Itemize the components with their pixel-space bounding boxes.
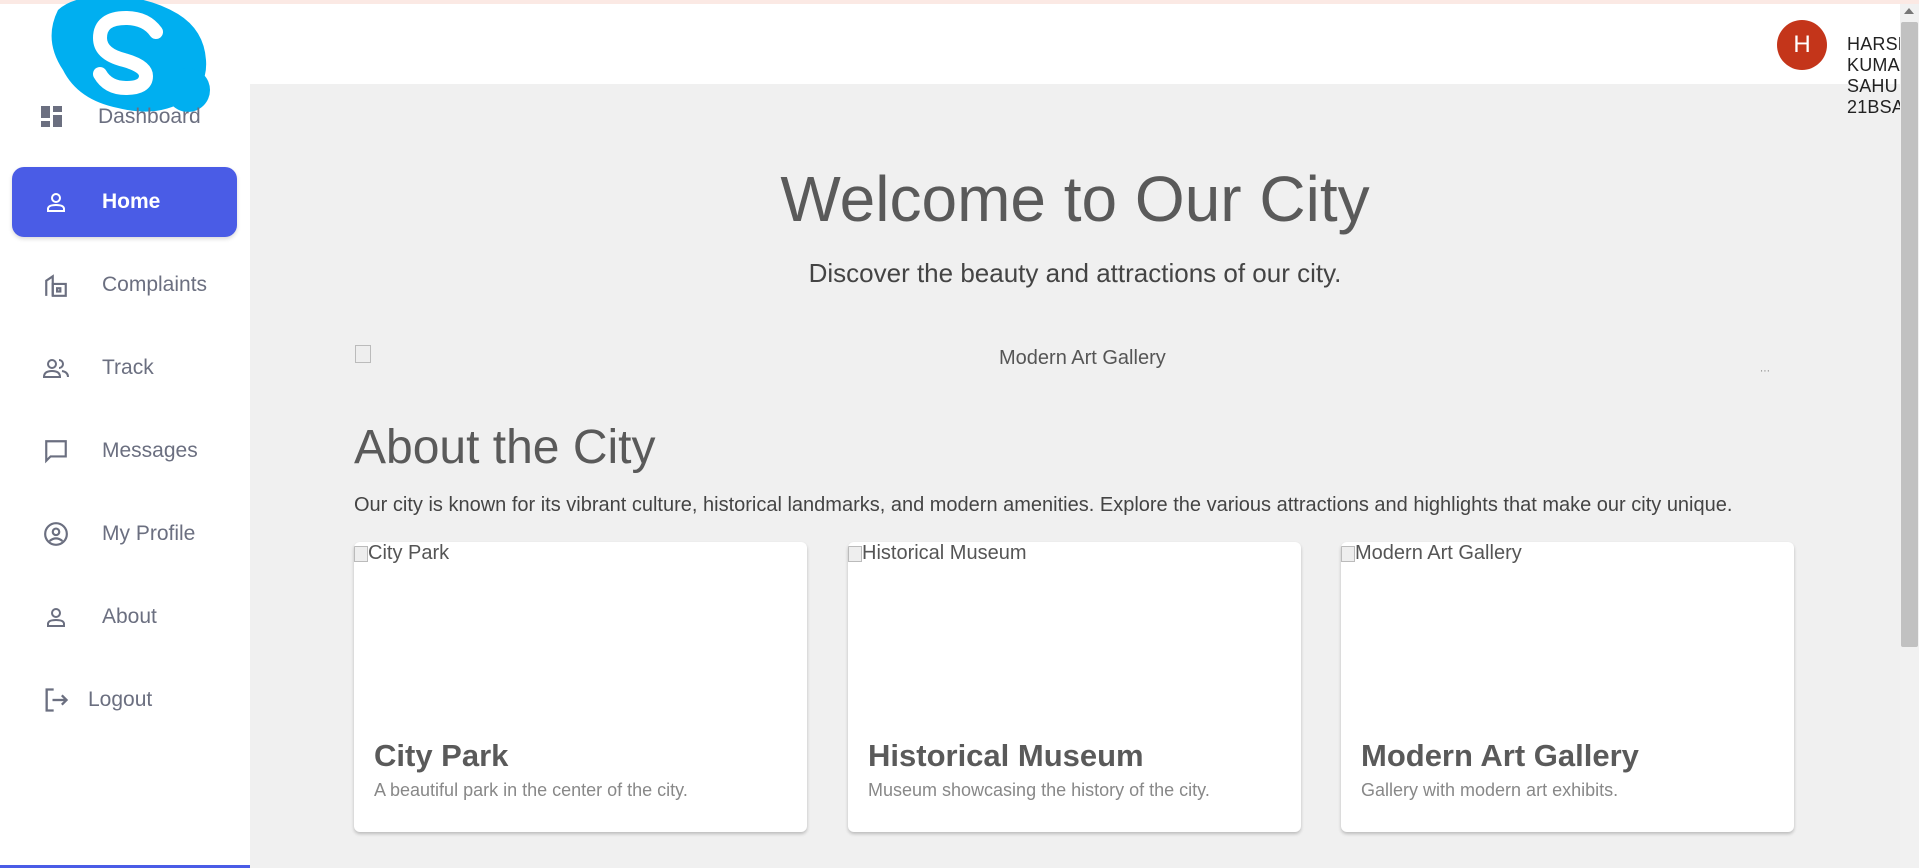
sidebar-item-home[interactable]: Home: [12, 167, 237, 237]
sidebar-item-label: About: [102, 605, 157, 628]
building-icon: [42, 271, 70, 299]
attraction-card[interactable]: Modern Art Gallery Modern Art Gallery Ga…: [1341, 542, 1794, 832]
sidebar-item-label: Complaints: [102, 273, 208, 296]
page-subtitle: Discover the beauty and attractions of o…: [808, 258, 1342, 288]
card-title: Historical Museum: [868, 738, 1144, 773]
broken-image-icon: [1341, 545, 1355, 562]
sidebar-item-label: Messages: [102, 439, 198, 462]
top-header: H HARSH KUMAR SAHU 21BSA10163: [250, 4, 1919, 117]
chat-icon: [42, 437, 70, 465]
broken-image-icon: [354, 545, 368, 562]
card-description: Gallery with modern art exhibits.: [1361, 780, 1619, 800]
card-image-alt: Historical Museum: [862, 542, 1027, 564]
sidebar-item-label: My Profile: [102, 522, 196, 545]
card-description: A beautiful park in the center of the ci…: [374, 780, 688, 800]
sidebar-item-label: Logout: [88, 688, 153, 711]
sidebar-item-label: Track: [102, 356, 154, 379]
sidebar-item-label: Dashboard: [98, 105, 201, 128]
card-image-alt: Modern Art Gallery: [1355, 542, 1522, 564]
sidebar-item-about[interactable]: About: [12, 582, 237, 652]
card-image: Historical Museum: [848, 542, 1026, 565]
attraction-card[interactable]: City Park City Park A beautiful park in …: [354, 542, 807, 832]
people-icon: [42, 354, 70, 382]
sidebar-item-complaints[interactable]: Complaints: [12, 250, 237, 320]
person-icon: [42, 188, 70, 216]
section-title: About the City: [354, 421, 656, 474]
card-description: Museum showcasing the history of the cit…: [868, 780, 1210, 800]
sidebar: Dashboard Home Complaints Track Messages…: [0, 0, 250, 868]
card-title: Modern Art Gallery: [1361, 738, 1639, 773]
person-icon: [42, 603, 70, 631]
scroll-up-arrow-icon[interactable]: [1904, 8, 1914, 14]
scrollbar-thumb[interactable]: [1901, 22, 1918, 647]
sidebar-item-label: Home: [102, 190, 161, 213]
carousel-indicator-icon[interactable]: ⋯: [1760, 366, 1771, 377]
sidebar-item-track[interactable]: Track: [12, 333, 237, 403]
dashboard-icon: [38, 103, 66, 131]
attraction-card[interactable]: Historical Museum Historical Museum Muse…: [848, 542, 1301, 832]
broken-image-icon: [848, 545, 862, 562]
sidebar-item-dashboard[interactable]: Dashboard: [12, 92, 237, 142]
sidebar-item-messages[interactable]: Messages: [12, 416, 237, 486]
banner-image-alt: Modern Art Gallery: [999, 347, 1166, 369]
sidebar-item-logout[interactable]: Logout: [12, 665, 237, 735]
card-image-alt: City Park: [368, 542, 450, 564]
sidebar-item-my-profile[interactable]: My Profile: [12, 499, 237, 569]
avatar[interactable]: H: [1777, 20, 1827, 70]
logout-icon: [42, 686, 70, 714]
section-text: Our city is known for its vibrant cultur…: [354, 494, 1733, 516]
account-circle-icon: [42, 520, 70, 548]
card-image: Modern Art Gallery: [1341, 542, 1522, 565]
page-title: Welcome to Our City: [780, 163, 1370, 235]
card-title: City Park: [374, 738, 509, 773]
card-image: City Park: [354, 542, 449, 565]
broken-image-icon: [355, 345, 371, 363]
